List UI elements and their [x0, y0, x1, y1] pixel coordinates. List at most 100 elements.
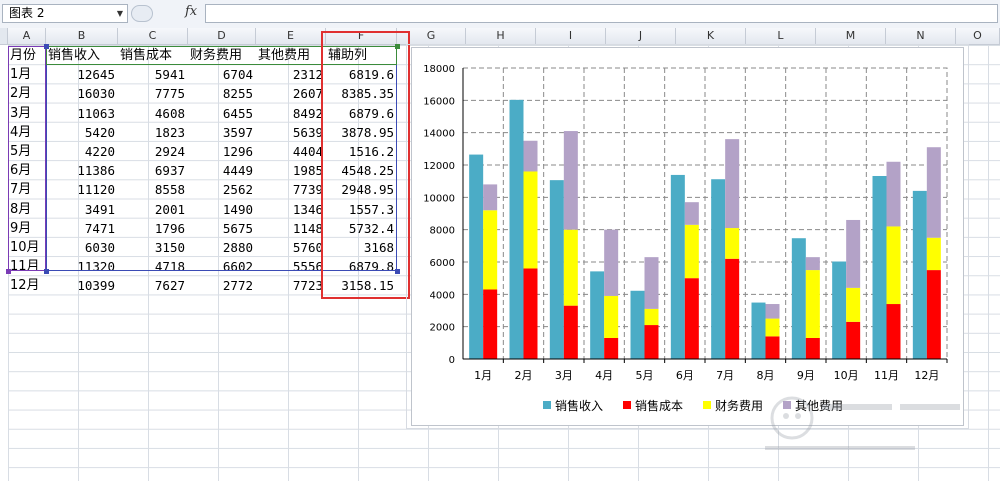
- column-header-b[interactable]: B: [46, 28, 118, 45]
- column-header-d[interactable]: D: [188, 28, 256, 45]
- y-tick-label: 16000: [423, 96, 455, 107]
- bar-3-其他费用: [604, 229, 619, 296]
- x-tick-label: 10月: [834, 369, 859, 382]
- bar-8-销售成本: [805, 337, 820, 359]
- column-header-l[interactable]: L: [746, 28, 816, 45]
- bar-9-销售收入: [832, 261, 847, 359]
- column-header-o[interactable]: O: [956, 28, 1000, 45]
- y-tick-label: 4000: [430, 290, 455, 301]
- column-header-n[interactable]: N: [886, 28, 956, 45]
- table-cell[interactable]: 12月: [8, 276, 46, 295]
- range-handle[interactable]: [44, 269, 49, 274]
- column-header-c[interactable]: C: [118, 28, 188, 45]
- bar-6-销售收入: [711, 179, 726, 359]
- table-cell[interactable]: 7723: [256, 276, 326, 295]
- legend-entry: 财务费用: [715, 398, 763, 413]
- bar-4-销售收入: [630, 290, 645, 359]
- bar-5-销售成本: [684, 278, 699, 359]
- bar-0-销售收入: [469, 154, 484, 359]
- range-handle[interactable]: [6, 269, 11, 274]
- column-header-m[interactable]: M: [816, 28, 886, 45]
- bar-0-财务费用: [483, 210, 498, 290]
- name-box[interactable]: 图表 2 ▼: [2, 4, 128, 23]
- bar-9-其他费用: [846, 219, 861, 288]
- legend-swatch: [623, 401, 631, 409]
- x-tick-label: 12月: [914, 369, 939, 382]
- column-header-e[interactable]: E: [256, 28, 326, 45]
- bar-7-财务费用: [765, 318, 780, 337]
- name-box-value: 图表 2: [9, 6, 45, 20]
- bar-6-其他费用: [725, 139, 740, 229]
- range-handle[interactable]: [44, 44, 49, 49]
- column-header-h[interactable]: H: [466, 28, 536, 45]
- legend-swatch: [543, 401, 551, 409]
- bar-3-财务费用: [604, 295, 619, 338]
- bar-4-财务费用: [644, 308, 659, 326]
- bar-6-财务费用: [725, 228, 740, 259]
- x-tick-label: 11月: [874, 369, 899, 382]
- y-tick-label: 2000: [430, 323, 455, 334]
- y-tick-label: 12000: [423, 161, 455, 172]
- formula-function-button[interactable]: [131, 5, 153, 22]
- bar-7-销售收入: [751, 302, 766, 359]
- formula-bar: 图表 2 ▼ fx: [0, 0, 1000, 29]
- bar-9-销售成本: [846, 321, 861, 359]
- bar-2-其他费用: [563, 131, 578, 230]
- select-all-corner[interactable]: [0, 28, 8, 45]
- highlight-box-helper-column: [321, 31, 410, 299]
- fx-icon[interactable]: fx: [185, 4, 197, 19]
- column-header-k[interactable]: K: [676, 28, 746, 45]
- bar-11-其他费用: [926, 147, 941, 238]
- y-tick-label: 0: [449, 355, 455, 366]
- bar-4-销售成本: [644, 325, 659, 359]
- bar-8-财务费用: [805, 270, 820, 338]
- formula-input[interactable]: [205, 4, 998, 23]
- chart[interactable]: 0 2000 4000 6000 8000 10000 12000 14000 16000 180…: [411, 47, 964, 426]
- column-header-a[interactable]: A: [8, 28, 46, 45]
- table-cell[interactable]: 2772: [188, 276, 256, 295]
- bar-7-其他费用: [765, 304, 780, 319]
- bar-2-财务费用: [563, 229, 578, 306]
- column-header-i[interactable]: I: [536, 28, 606, 45]
- column-header-j[interactable]: J: [606, 28, 676, 45]
- triangle-down-icon[interactable]: ▼: [117, 5, 123, 22]
- y-tick-label: 14000: [423, 129, 455, 140]
- bar-9-财务费用: [846, 287, 861, 322]
- bar-3-销售成本: [604, 337, 619, 359]
- bar-1-其他费用: [523, 140, 538, 172]
- bar-5-财务费用: [684, 224, 699, 279]
- table-cell[interactable]: 7627: [118, 276, 188, 295]
- bar-8-销售收入: [791, 238, 806, 359]
- table-cell[interactable]: 10399: [46, 276, 118, 295]
- bar-4-其他费用: [644, 257, 659, 309]
- legend-entry: 销售成本: [635, 398, 683, 413]
- bar-7-销售成本: [765, 336, 780, 359]
- bar-10-其他费用: [886, 161, 901, 227]
- bar-5-销售收入: [670, 174, 685, 359]
- bar-3-销售收入: [590, 271, 605, 359]
- bar-6-销售成本: [725, 258, 740, 359]
- bar-1-财务费用: [523, 171, 538, 269]
- bar-8-其他费用: [805, 257, 820, 271]
- bar-1-销售成本: [523, 268, 538, 359]
- x-tick-label: 9月: [797, 369, 815, 382]
- y-tick-label: 8000: [430, 226, 455, 237]
- bar-2-销售收入: [549, 180, 564, 359]
- x-tick-label: 8月: [757, 369, 775, 382]
- selection-range-category: [8, 46, 46, 271]
- bar-1-销售收入: [509, 99, 524, 359]
- y-tick-label: 6000: [430, 258, 455, 269]
- bar-11-销售成本: [926, 270, 941, 359]
- x-tick-label: 2月: [515, 369, 533, 382]
- x-tick-label: 7月: [716, 369, 734, 382]
- baidu-jingyan-watermark: [765, 396, 960, 450]
- chart-svg: 0 2000 4000 6000 8000 10000 12000 14000 16000 180…: [423, 64, 948, 413]
- x-tick-label: 4月: [595, 369, 613, 382]
- bar-0-其他费用: [483, 184, 498, 211]
- bar-10-财务费用: [886, 226, 901, 305]
- bar-5-其他费用: [684, 202, 699, 225]
- bar-10-销售成本: [886, 304, 901, 359]
- legend-swatch: [703, 401, 711, 409]
- bar-0-销售成本: [483, 289, 498, 359]
- x-tick-label: 1月: [474, 369, 492, 382]
